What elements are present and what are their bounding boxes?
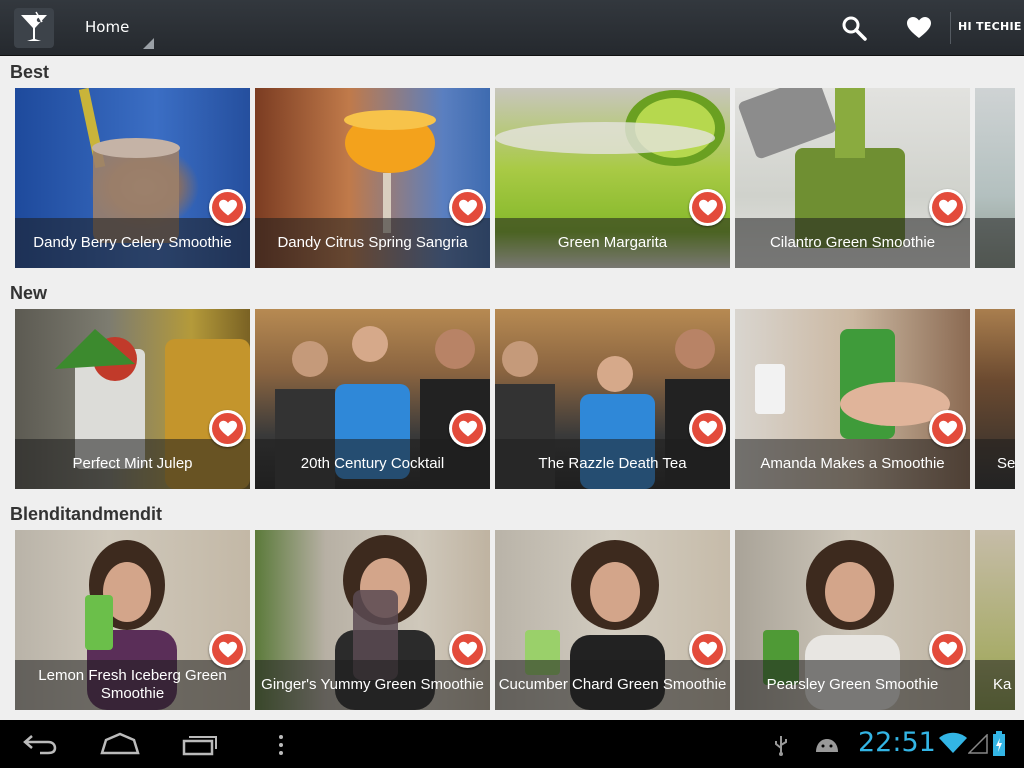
recipe-tile[interactable]: Perfect Mint Julep [15, 309, 250, 489]
recipe-tile[interactable]: Green Margarita [495, 88, 730, 268]
recipe-tile[interactable]: Cucumber Chard Green Smoothie [495, 530, 730, 710]
recipe-title: Se [975, 439, 1015, 489]
recipe-tile[interactable]: Ginger's Yummy Green Smoothie [255, 530, 490, 710]
row-new[interactable]: Perfect Mint Julep 20th Century Cocktail… [15, 309, 1024, 489]
recipe-tile[interactable]: Amanda Makes a Smoothie [735, 309, 970, 489]
recipe-tile[interactable] [975, 88, 1015, 268]
recipe-title: The Razzle Death Tea [495, 439, 730, 489]
home-icon[interactable] [100, 732, 140, 760]
spinner-caret-icon[interactable] [143, 38, 154, 49]
heart-icon[interactable] [906, 16, 932, 40]
recipe-title: Pearsley Green Smoothie [735, 660, 970, 710]
recipe-tile[interactable]: The Razzle Death Tea [495, 309, 730, 489]
recipe-tile[interactable]: Dandy Citrus Spring Sangria [255, 88, 490, 268]
recipe-title: Perfect Mint Julep [15, 439, 250, 489]
usb-icon [773, 734, 789, 760]
row-blenditandmendit[interactable]: Lemon Fresh Iceberg Green Smoothie Ginge… [15, 530, 1024, 710]
heart-icon [458, 199, 477, 215]
recipe-title: Green Margarita [495, 218, 730, 268]
actionbar-divider [950, 12, 951, 44]
action-bar: Home HI TECHIE [0, 0, 1024, 56]
favorite-button[interactable] [209, 631, 246, 668]
heart-icon [938, 641, 957, 657]
wifi-icon [938, 732, 968, 758]
recipe-tile[interactable]: Lemon Fresh Iceberg Green Smoothie [15, 530, 250, 710]
user-greeting-button[interactable]: HI TECHIE [958, 20, 1022, 33]
heart-icon [938, 420, 957, 436]
favorite-button[interactable] [929, 189, 966, 226]
back-icon[interactable] [22, 732, 58, 760]
section-title-new: New [10, 283, 48, 303]
recipe-title: Cilantro Green Smoothie [735, 218, 970, 268]
favorite-button[interactable] [929, 410, 966, 447]
android-debug-icon [814, 736, 840, 758]
recipe-tile[interactable]: 20th Century Cocktail [255, 309, 490, 489]
favorite-button[interactable] [209, 410, 246, 447]
favorite-button[interactable] [449, 410, 486, 447]
recipe-title [975, 218, 1015, 268]
battery-charging-icon [992, 731, 1006, 761]
favorite-button[interactable] [929, 631, 966, 668]
signal-icon [967, 733, 988, 758]
favorite-button[interactable] [449, 189, 486, 226]
favorite-button[interactable] [689, 631, 726, 668]
heart-icon [458, 641, 477, 657]
recipe-tile[interactable]: Cilantro Green Smoothie [735, 88, 970, 268]
recipe-title: Dandy Berry Celery Smoothie [15, 218, 250, 268]
recipe-title: 20th Century Cocktail [255, 439, 490, 489]
navigation-spinner-title[interactable]: Home [85, 18, 129, 36]
favorite-button[interactable] [209, 189, 246, 226]
recipe-tile[interactable]: Ka [975, 530, 1015, 710]
recipe-tile[interactable]: Pearsley Green Smoothie [735, 530, 970, 710]
heart-icon [218, 420, 237, 436]
row-best[interactable]: Dandy Berry Celery Smoothie Dandy Citrus… [15, 88, 1024, 268]
heart-icon [218, 641, 237, 657]
favorite-button[interactable] [689, 410, 726, 447]
heart-icon [458, 420, 477, 436]
heart-icon [698, 420, 717, 436]
search-icon[interactable] [840, 14, 868, 42]
recipe-title: Ginger's Yummy Green Smoothie [255, 660, 490, 710]
heart-icon [938, 199, 957, 215]
recipe-tile[interactable]: Se [975, 309, 1015, 489]
status-clock: 22:51 [858, 727, 936, 758]
heart-icon [698, 641, 717, 657]
recipe-title: Dandy Citrus Spring Sangria [255, 218, 490, 268]
recipe-title: Ka [975, 660, 1015, 710]
cocktail-glass-icon[interactable] [14, 8, 54, 48]
section-title-best: Best [10, 62, 50, 82]
favorite-button[interactable] [689, 189, 726, 226]
recipe-tile[interactable]: Dandy Berry Celery Smoothie [15, 88, 250, 268]
recipe-title: Amanda Makes a Smoothie [735, 439, 970, 489]
favorite-button[interactable] [449, 631, 486, 668]
recipe-title: Cucumber Chard Green Smoothie [495, 660, 730, 710]
recent-apps-icon[interactable] [182, 732, 220, 760]
section-title-blenditandmendit: Blenditandmendit [10, 504, 162, 524]
recipe-title: Lemon Fresh Iceberg Green Smoothie [15, 660, 250, 710]
overflow-menu-icon[interactable] [277, 734, 285, 760]
heart-icon [218, 199, 237, 215]
heart-icon [698, 199, 717, 215]
